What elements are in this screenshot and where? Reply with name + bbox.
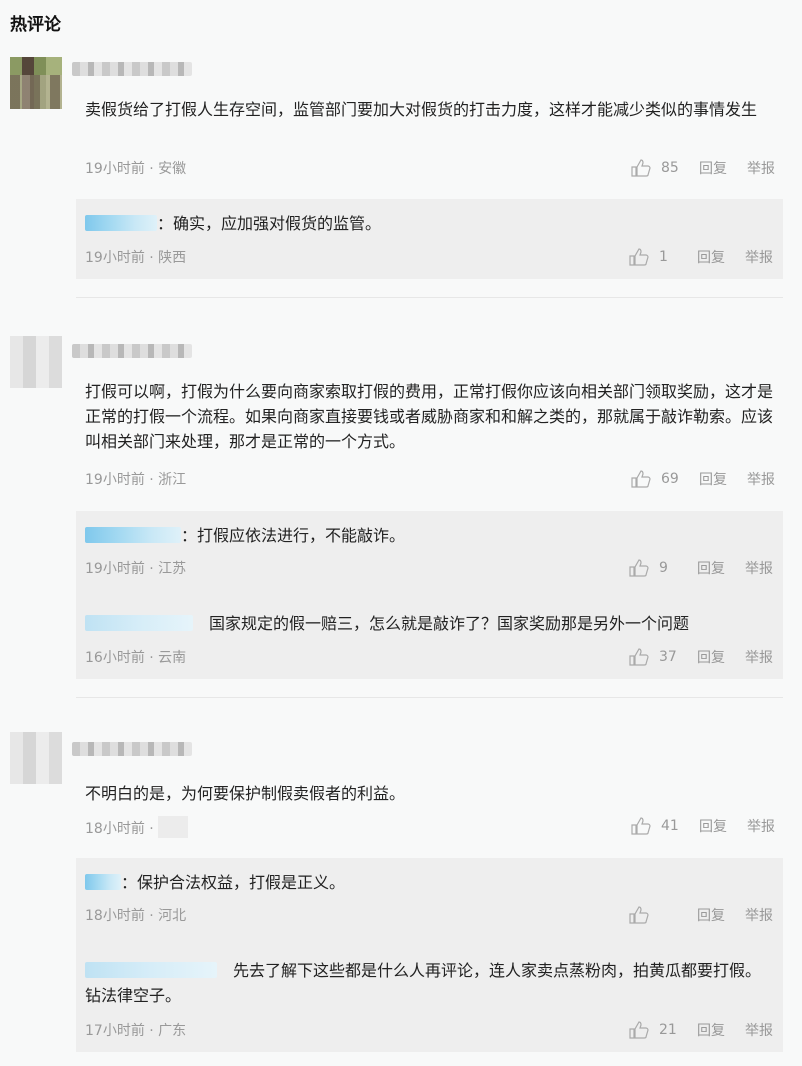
reply-text: ：保护合法权益，打假是正义。 — [85, 870, 765, 895]
reply-meta: 18小时前 · 河北 回复 举报 — [85, 905, 773, 925]
username[interactable] — [72, 62, 192, 76]
like-count: 1 — [659, 249, 668, 265]
thumbs-up-icon[interactable] — [629, 559, 649, 577]
comment-meta: 18小时前 · 41 回复 举报 — [85, 816, 775, 838]
report-button[interactable]: 举报 — [745, 1020, 773, 1040]
reply-text: ：打假应依法进行，不能敲诈。 — [85, 523, 765, 548]
reply-meta: 17小时前 · 广东 21 回复 举报 — [85, 1020, 773, 1040]
report-button[interactable]: 举报 — [745, 647, 773, 667]
reply-button[interactable]: 回复 — [697, 905, 725, 925]
reply-text: ：确实，应加强对假货的监管。 — [85, 211, 765, 236]
reply-username[interactable] — [85, 215, 157, 231]
username[interactable] — [72, 742, 192, 756]
comment-content: 不明白的是，为何要保护制假卖假者的利益。 — [85, 784, 406, 803]
like-count: 69 — [661, 471, 679, 487]
comment-time: 19小时前 · 安徽 — [85, 161, 187, 177]
reply-button[interactable]: 回复 — [699, 158, 727, 178]
reply-button[interactable]: 回复 — [697, 647, 725, 667]
thumbs-up-icon[interactable] — [629, 906, 649, 924]
like-count: 85 — [661, 160, 679, 176]
reply-time: 18小时前 · 河北 — [85, 908, 187, 924]
reply-meta: 16小时前 · 云南 37 回复 举报 — [85, 647, 773, 667]
location-blur — [158, 816, 189, 838]
report-button[interactable]: 举报 — [747, 816, 775, 836]
reply-time: 16小时前 · 云南 — [85, 650, 187, 666]
comment-meta: 19小时前 · 安徽 85 回复 举报 — [85, 158, 775, 178]
reply-box: ：打假应依法进行，不能敲诈。 19小时前 · 江苏 9 回复 举报 国家规定的假… — [76, 511, 783, 679]
report-button[interactable]: 举报 — [745, 558, 773, 578]
thumbs-up-icon[interactable] — [629, 648, 649, 666]
comment-time: 19小时前 · 浙江 — [85, 472, 187, 488]
reply-box: ：保护合法权益，打假是正义。 18小时前 · 河北 回复 举报 先去了解下这些都… — [76, 858, 783, 1052]
comment-meta: 19小时前 · 浙江 69 回复 举报 — [85, 469, 775, 489]
reply-username[interactable] — [85, 962, 217, 978]
thumbs-up-icon[interactable] — [631, 817, 651, 835]
like-count: 41 — [661, 818, 679, 834]
reply-button[interactable]: 回复 — [699, 469, 727, 489]
reply-time: 19小时前 · 陕西 — [85, 250, 187, 266]
username[interactable] — [72, 344, 192, 358]
reply-text: 先去了解下这些都是什么人再评论，连人家卖点蒸粉肉，拍黄瓜都要打假。钻法律空子。 — [85, 961, 762, 1005]
reply-button[interactable]: 回复 — [699, 816, 727, 836]
like-count: 21 — [659, 1022, 677, 1038]
divider — [76, 697, 783, 698]
reply-meta: 19小时前 · 江苏 9 回复 举报 — [85, 558, 773, 578]
reply-time: 19小时前 · 江苏 — [85, 561, 187, 577]
thumbs-up-icon[interactable] — [631, 159, 651, 177]
reply-meta: 19小时前 · 陕西 1 回复 举报 — [85, 247, 773, 267]
reply-username[interactable] — [85, 527, 181, 543]
section-title: 热评论 — [10, 15, 61, 35]
avatar[interactable] — [10, 732, 62, 784]
report-button[interactable]: 举报 — [747, 469, 775, 489]
avatar[interactable] — [10, 336, 62, 388]
reply-username[interactable] — [85, 615, 193, 631]
reply-username[interactable] — [85, 874, 121, 890]
report-button[interactable]: 举报 — [747, 158, 775, 178]
comment-time: 18小时前 · — [85, 816, 189, 838]
report-button[interactable]: 举报 — [745, 247, 773, 267]
comment-content: 打假可以啊，打假为什么要向商家索取打假的费用，正常打假你应该向相关部门领取奖励，… — [85, 382, 774, 451]
like-count: 9 — [659, 560, 668, 576]
reply-text: 国家规定的假一赔三，怎么就是敲诈了？国家奖励那是另外一个问题 — [85, 611, 765, 636]
reply-time: 17小时前 · 广东 — [85, 1023, 187, 1039]
reply-button[interactable]: 回复 — [697, 558, 725, 578]
comment-content: 卖假货给了打假人生存空间，监管部门要加大对假货的打击力度，这样才能减少类似的事情… — [85, 100, 758, 119]
avatar[interactable] — [10, 57, 62, 109]
reply-button[interactable]: 回复 — [697, 247, 725, 267]
reply-button[interactable]: 回复 — [697, 1020, 725, 1040]
reply-box: ：确实，应加强对假货的监管。 19小时前 · 陕西 1 回复 举报 — [76, 199, 783, 279]
divider — [76, 297, 783, 298]
thumbs-up-icon[interactable] — [629, 1021, 649, 1039]
thumbs-up-icon[interactable] — [629, 248, 649, 266]
report-button[interactable]: 举报 — [745, 905, 773, 925]
thumbs-up-icon[interactable] — [631, 470, 651, 488]
like-count: 37 — [659, 649, 677, 665]
